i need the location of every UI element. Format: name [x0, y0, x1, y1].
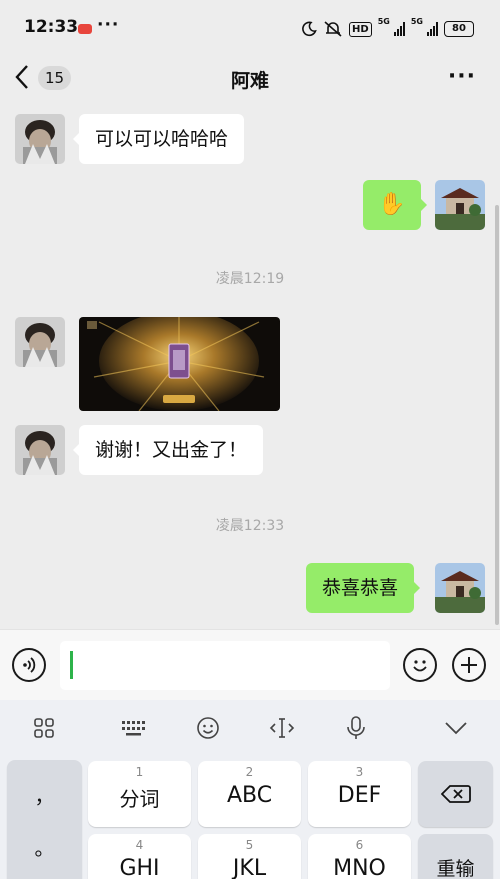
my-avatar[interactable]	[435, 180, 485, 230]
key-label: 分词	[119, 787, 160, 811]
message-input-bar	[0, 629, 500, 700]
game-screenshot-image	[79, 317, 280, 411]
hide-keyboard-button[interactable]	[441, 714, 471, 742]
contact-avatar-image	[15, 317, 65, 367]
my-avatar-image	[435, 563, 485, 613]
chat-header: 15 阿难 ···	[0, 58, 500, 102]
contact-avatar-image	[15, 425, 65, 475]
my-avatar-image	[435, 180, 485, 230]
key-number: 4	[135, 838, 144, 852]
key-number: 6	[355, 838, 364, 852]
unread-count-badge[interactable]: 15	[38, 66, 71, 90]
key-label: DEF	[337, 783, 382, 808]
my-avatar[interactable]	[435, 563, 485, 613]
voice-icon	[23, 657, 36, 673]
key-number: 5	[245, 838, 254, 852]
backspace-key[interactable]	[418, 761, 493, 827]
back-button[interactable]	[14, 64, 30, 95]
status-time: 12:33	[24, 17, 79, 37]
voice-typing-button[interactable]	[341, 714, 371, 742]
chat-scrollbar[interactable]	[495, 205, 499, 625]
backspace-icon	[440, 785, 471, 803]
voice-input-button[interactable]	[12, 648, 46, 682]
app-notification-icon	[78, 24, 92, 34]
period-key[interactable]: 。	[7, 832, 82, 861]
key-6[interactable]: 6 MNO	[308, 834, 411, 879]
chevron-left-icon	[15, 65, 28, 89]
key-number: 1	[135, 765, 144, 779]
chat-title: 阿难	[230, 70, 269, 92]
key-label: JKL	[232, 856, 267, 879]
plus-icon	[461, 657, 477, 673]
comma-key[interactable]: ，	[7, 780, 82, 809]
punctuation-column	[7, 760, 82, 879]
keyboard-layout-button[interactable]	[118, 714, 148, 742]
contact-avatar[interactable]	[15, 317, 65, 367]
timestamp: 凌晨12:19	[215, 271, 285, 287]
keyboard-toolbar	[0, 700, 500, 755]
network-type-2: 5G	[410, 17, 423, 26]
key-label: ABC	[226, 783, 273, 808]
emoji-icon	[197, 717, 219, 739]
chevron-down-icon	[445, 722, 467, 735]
apps-button[interactable]	[29, 714, 59, 742]
network-type-1: 5G	[377, 17, 390, 26]
key-4[interactable]: 4 GHI	[88, 834, 191, 879]
keyboard-emoji-button[interactable]	[193, 714, 223, 742]
key-5[interactable]: 5 JKL	[198, 834, 301, 879]
message-input[interactable]	[60, 641, 390, 690]
key-1[interactable]: 1 分词	[88, 761, 191, 827]
status-icons: HD 5G 5G 80	[301, 17, 474, 41]
apps-icon	[34, 718, 54, 738]
contact-avatar[interactable]	[15, 114, 65, 164]
key-2[interactable]: 2 ABC	[198, 761, 301, 827]
contact-avatar[interactable]	[15, 425, 65, 475]
cursor-icon	[269, 718, 295, 738]
moon-icon	[302, 21, 317, 37]
message-bubble-outgoing[interactable]: 恭喜恭喜	[306, 563, 421, 613]
cursor-move-button[interactable]	[267, 714, 297, 742]
contact-avatar-image	[15, 114, 65, 164]
keyboard-icon	[122, 721, 145, 736]
retype-label: 重输	[436, 858, 475, 879]
mute-bell-icon	[324, 21, 342, 37]
key-number: 2	[245, 765, 254, 779]
battery-icon: 80	[444, 21, 474, 37]
more-notifications-indicator: ···	[97, 15, 120, 35]
key-3[interactable]: 3 DEF	[308, 761, 411, 827]
message-bubble-incoming[interactable]: 谢谢！又出金了！	[72, 425, 264, 475]
retype-key[interactable]: 重输	[418, 834, 493, 879]
key-label: GHI	[119, 856, 160, 879]
image-message[interactable]	[79, 317, 280, 411]
message-bubble-incoming[interactable]: 可以可以哈哈哈	[72, 114, 245, 164]
keyboard: ， 。 1 分词 2 ABC 3 DEF 4 GHI 5 JKL 6 MNO 重…	[0, 700, 500, 879]
timestamp: 凌晨12:33	[215, 518, 285, 534]
more-functions-button[interactable]	[452, 648, 486, 682]
more-options-button[interactable]: ···	[448, 64, 476, 89]
key-label: MNO	[333, 856, 386, 879]
signal-strength-2-icon	[427, 22, 438, 36]
hd-badge: HD	[349, 21, 372, 37]
emoji-icon	[413, 660, 427, 672]
status-bar: 12:33 ··· HD 5G 5G 80	[0, 0, 500, 58]
key-number: 3	[355, 765, 364, 779]
signal-strength-1-icon	[393, 22, 405, 36]
text-caret	[70, 651, 73, 679]
mic-icon	[347, 716, 365, 739]
emoji-button[interactable]	[403, 648, 437, 682]
message-bubble-outgoing[interactable]: ✋	[363, 180, 427, 230]
